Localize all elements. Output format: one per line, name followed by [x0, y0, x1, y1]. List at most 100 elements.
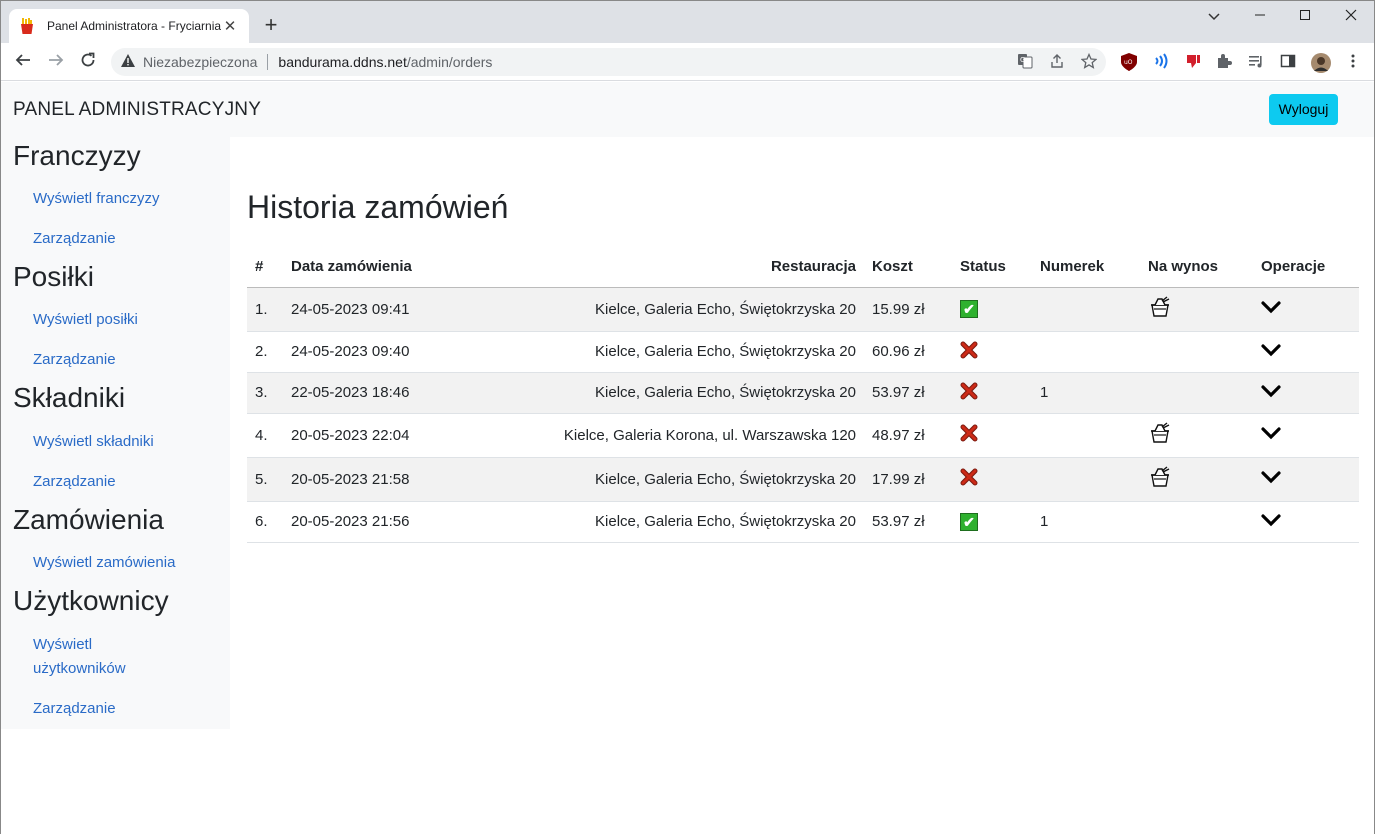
chevron-down-icon[interactable] [1261, 343, 1281, 357]
takeaway-box-icon [1148, 465, 1172, 493]
cell-takeaway [1140, 501, 1253, 543]
sidebar-heading-posilki: Posiłki [13, 261, 94, 292]
chevron-down-icon[interactable] [1261, 384, 1281, 398]
table-row: 1. 24-05-2023 09:41 Kielce, Galeria Echo, … [247, 287, 1359, 332]
cell-status [952, 331, 1032, 373]
sidebar-link-view-meals[interactable]: Wyświetl posiłki [33, 308, 138, 332]
tab-title: Panel Administratora - Fryciarnia [47, 19, 221, 33]
cell-number: 1. [247, 287, 283, 332]
check-box-icon: ✔ [960, 300, 978, 318]
column-header-number: # [247, 247, 283, 288]
chevron-down-icon[interactable] [1261, 513, 1281, 527]
sound-extension-icon[interactable] [1152, 53, 1170, 71]
chevron-down-icon[interactable] [1261, 470, 1281, 484]
table-row: 4. 20-05-2023 22:04 Kielce, Galeria Korona… [247, 413, 1359, 458]
sidebar-link-manage-ingredients[interactable]: Zarządzanie [33, 470, 116, 494]
extensions-puzzle-icon[interactable] [1215, 53, 1233, 71]
column-header-operations: Operacje [1253, 247, 1359, 288]
cell-cost: 15.99 zł [864, 287, 952, 332]
orders-table: # Data zamówienia Restauracja Koszt Stat… [247, 247, 1359, 543]
cell-date: 20-05-2023 22:04 [283, 413, 483, 458]
cell-status [952, 457, 1032, 502]
sidebar-link-view-ingredients[interactable]: Wyświetl składniki [33, 430, 154, 454]
warning-icon[interactable] [121, 54, 135, 70]
cell-takeaway [1140, 372, 1253, 414]
dislike-extension-icon[interactable] [1184, 53, 1202, 71]
sidebar-heading-uzytkownicy: Użytkownicy [13, 585, 169, 616]
close-window-icon[interactable] [1339, 5, 1363, 29]
sidebar-heading-franczyzy: Franczyzy [13, 140, 141, 171]
reload-icon[interactable] [75, 49, 101, 75]
browser-tabstrip: Panel Administratora - Fryciarnia ✕ + [1, 1, 1374, 43]
insecure-label[interactable]: Niezabezpieczona [143, 54, 257, 70]
cell-cost: 48.97 zł [864, 413, 952, 458]
forward-icon[interactable] [43, 49, 69, 75]
logout-button[interactable]: Wyloguj [1269, 94, 1338, 125]
column-header-takeaway: Na wynos [1140, 247, 1253, 288]
sidebar-link-manage-meals[interactable]: Zarządzanie [33, 348, 116, 372]
sidebar-link-view-franchises[interactable]: Wyświetl franczyzy [33, 187, 160, 211]
cell-date: 24-05-2023 09:41 [283, 287, 483, 332]
cell-operations [1253, 501, 1359, 543]
cell-operations [1253, 457, 1359, 502]
translate-icon[interactable]: G [1016, 53, 1034, 71]
cell-numerek [1032, 331, 1140, 373]
tab-close-icon[interactable]: ✕ [221, 17, 239, 35]
omnibox-actions: G [1016, 52, 1098, 71]
cell-restaurant: Kielce, Galeria Echo, Świętokrzyska 20 [483, 457, 864, 502]
cell-restaurant: Kielce, Galeria Echo, Świętokrzyska 20 [483, 331, 864, 373]
cell-status: ✔ [952, 501, 1032, 543]
column-header-cost: Koszt [864, 247, 952, 288]
cell-restaurant: Kielce, Galeria Echo, Świętokrzyska 20 [483, 501, 864, 543]
tab-search-icon[interactable] [1202, 5, 1226, 29]
cell-operations [1253, 372, 1359, 414]
sidebar-heading-zamowienia: Zamówienia [13, 504, 164, 535]
sidebar-link-view-users[interactable]: Wyświetl użytkowników [33, 633, 126, 681]
bookmark-star-icon[interactable] [1080, 52, 1098, 71]
side-panel-icon[interactable] [1279, 53, 1297, 71]
sidebar-link-manage-franchises[interactable]: Zarządzanie [33, 227, 116, 251]
address-bar[interactable]: Niezabezpieczona bandurama.ddns.net/admi… [111, 48, 1106, 76]
cell-operations [1253, 331, 1359, 373]
browser-menu-icon[interactable] [1344, 53, 1362, 71]
cell-takeaway [1140, 331, 1253, 373]
column-header-status: Status [952, 247, 1032, 288]
cell-number: 2. [247, 331, 283, 373]
cell-operations [1253, 413, 1359, 458]
browser-tab[interactable]: Panel Administratora - Fryciarnia ✕ [9, 9, 249, 43]
cell-numerek: 1 [1032, 372, 1140, 414]
cell-status [952, 413, 1032, 458]
back-icon[interactable] [10, 49, 36, 75]
url-path: /admin/orders [406, 54, 493, 70]
profile-avatar[interactable] [1311, 53, 1331, 73]
column-header-numerek: Numerek [1032, 247, 1140, 288]
new-tab-icon[interactable]: + [259, 13, 283, 37]
sidebar-heading-skladniki: Składniki [13, 382, 126, 413]
browser-toolbar: Niezabezpieczona bandurama.ddns.net/admi… [1, 43, 1374, 81]
sidebar-link-view-orders[interactable]: Wyświetl zamówienia [33, 551, 175, 575]
sidebar-link-view-users-line1: Wyświetl [33, 636, 93, 653]
table-header-row: # Data zamówienia Restauracja Koszt Stat… [247, 247, 1359, 288]
chevron-down-icon[interactable] [1261, 300, 1281, 314]
cell-status [952, 372, 1032, 414]
sidebar-link-manage-users[interactable]: Zarządzanie [33, 697, 116, 721]
media-control-icon[interactable] [1247, 53, 1265, 71]
navbar-brand[interactable]: PANEL ADMINISTRACYJNY [13, 99, 261, 121]
cell-date: 22-05-2023 18:46 [283, 372, 483, 414]
cell-takeaway [1140, 287, 1253, 332]
minimize-icon[interactable] [1248, 5, 1272, 29]
cell-cost: 60.96 zł [864, 331, 952, 373]
share-icon[interactable] [1048, 53, 1066, 71]
cell-cost: 17.99 zł [864, 457, 952, 502]
cross-icon [960, 424, 978, 442]
cell-operations [1253, 287, 1359, 332]
column-header-date: Data zamówienia [283, 247, 483, 288]
cell-numerek [1032, 413, 1140, 458]
chevron-down-icon[interactable] [1261, 426, 1281, 440]
table-row: 6. 20-05-2023 21:56 Kielce, Galeria Echo, … [247, 501, 1359, 543]
ublock-icon[interactable]: uO [1120, 53, 1138, 71]
svg-text:G: G [1020, 56, 1025, 64]
fries-favicon-icon [19, 18, 35, 34]
cell-number: 4. [247, 413, 283, 458]
maximize-icon[interactable] [1293, 5, 1317, 29]
